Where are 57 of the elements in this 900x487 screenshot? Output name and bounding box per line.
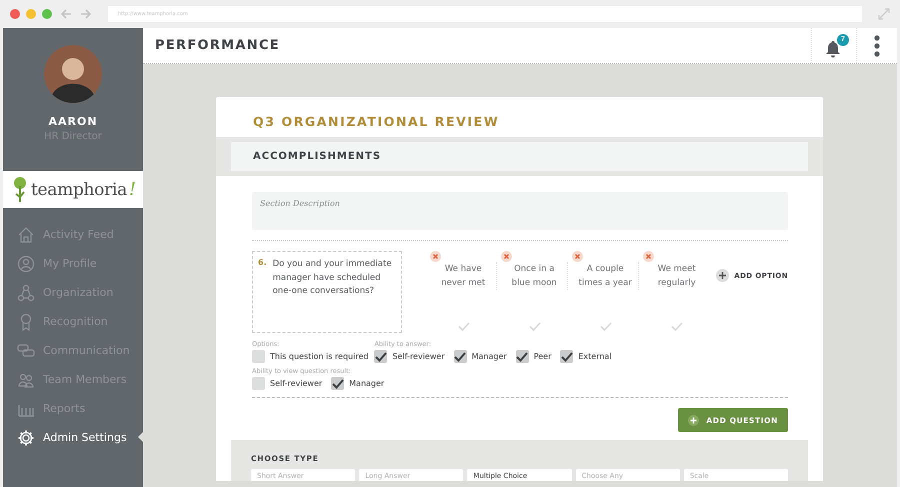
checkbox-label: Peer [534,352,552,361]
checkbox-label: Self-reviewer [392,352,445,361]
checkmark-icon [332,378,344,388]
question-field[interactable]: 6. Do you and your immediate manager have scheduled one-one conversations? [252,251,402,333]
network-icon [17,284,35,302]
remove-icon[interactable] [501,251,512,262]
checkbox-label: Manager [349,379,384,388]
logo-mark: ! [128,179,136,200]
question-number: 6. [258,258,267,269]
checkbox[interactable] [516,350,529,363]
option-label: A couple times a year [572,262,639,290]
checkmark-icon[interactable] [528,322,541,331]
option-label: Once in a blue moon [502,262,568,290]
plus-icon [716,269,730,282]
page-title: PERFORMANCE [154,38,281,53]
checkmark-icon[interactable] [600,322,612,331]
remove-icon[interactable] [572,251,584,262]
checkmark-icon [454,352,466,362]
checkmark-icon[interactable] [670,322,683,331]
option-label: We meet regularly [656,263,697,290]
minimize-dot[interactable] [26,9,36,19]
checkmark-icon [374,352,387,362]
checkbox[interactable] [252,350,265,363]
checkbox[interactable] [252,377,265,390]
description-field[interactable]: Section Description [252,192,788,230]
checkbox-label: Manager [472,352,507,361]
option-label: We have never met [430,262,497,290]
checkbox-label: This question is required [270,352,368,361]
user-name: AARON [48,115,98,128]
checkbox[interactable] [560,350,574,363]
forward-arrow-icon[interactable] [80,9,92,19]
maximize-dot[interactable] [42,9,52,19]
remove-icon[interactable] [643,251,654,262]
chat-icon [17,342,35,360]
checkbox[interactable] [454,350,467,363]
checkmark-icon [560,352,573,362]
avatar-silhouette [44,45,102,103]
checkbox-label: Self-reviewer [270,379,322,388]
review-title: Q3 ORGANIZATIONAL REVIEW [252,113,500,131]
logo-text: teamphoria [31,180,127,200]
question-text: Do you and your immediate manager have scheduled one-one conversations? [272,258,393,298]
checkmark-icon [516,352,528,362]
remove-icon[interactable] [430,251,442,262]
more-menu-icon[interactable] [874,34,880,56]
checkbox-label: External [578,352,612,361]
bell-icon [825,40,841,58]
checkmark-icon[interactable] [458,322,470,331]
house-icon [17,226,35,244]
back-arrow-icon[interactable] [60,9,72,19]
checkbox[interactable] [331,377,344,390]
settings-icon [17,428,35,446]
person-icon [17,254,35,272]
section-title: ACCOMPLISHMENTS [253,151,382,162]
checkbox[interactable] [374,350,388,363]
close-dot[interactable] [10,9,20,19]
tree-icon [11,176,29,204]
plus-icon [688,414,700,426]
